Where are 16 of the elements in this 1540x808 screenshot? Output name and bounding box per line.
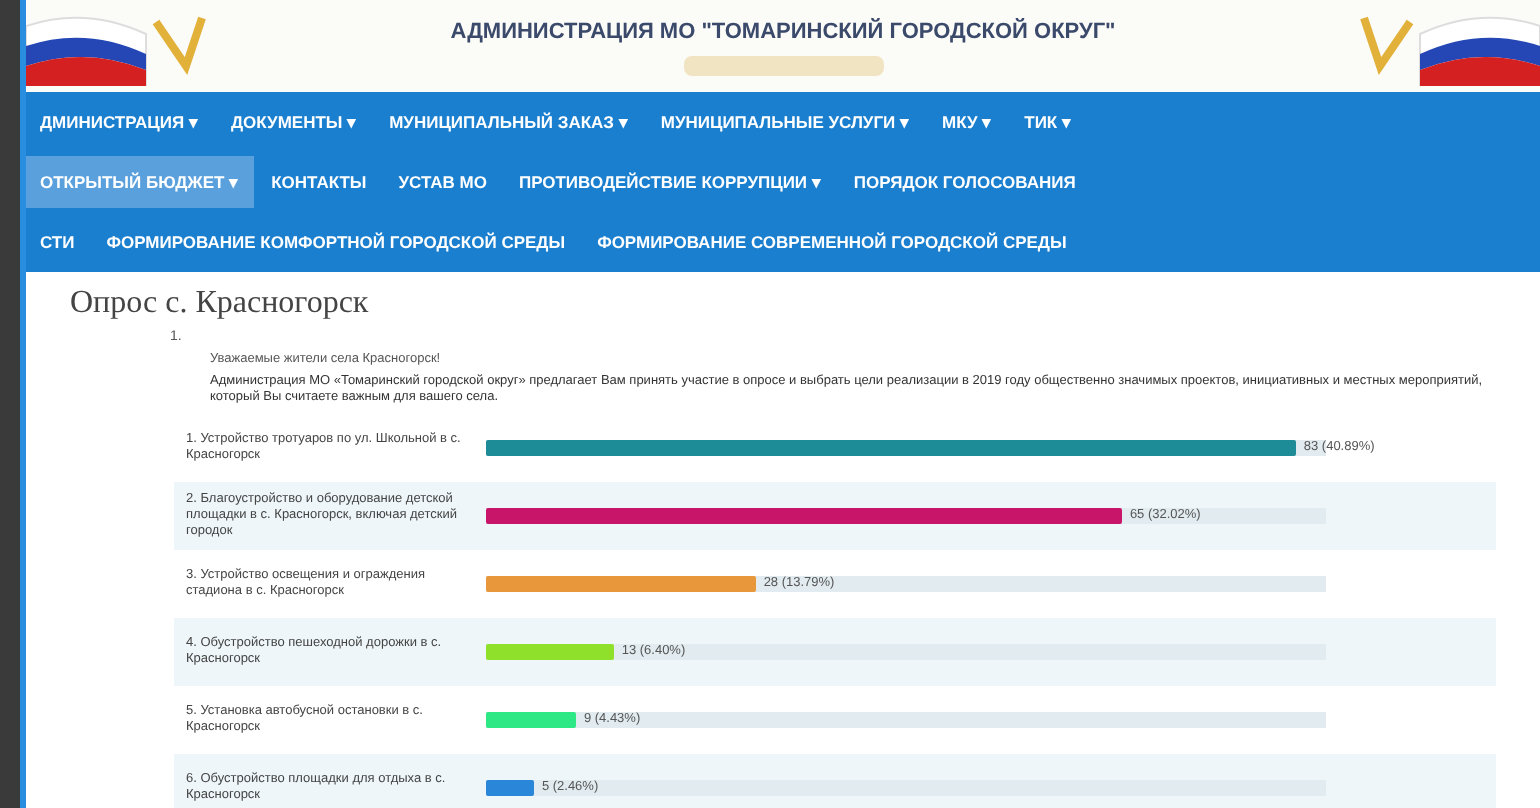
nav-item[interactable]: ДМИНИСТРАЦИЯ ▾ bbox=[26, 96, 213, 148]
nav-item[interactable]: ФОРМИРОВАНИЕ КОМФОРТНОЙ ГОРОДСКОЙ СРЕДЫ bbox=[92, 216, 580, 268]
nav-item[interactable]: УСТАВ МО bbox=[384, 156, 501, 208]
nav-item[interactable]: ОТКРЫТЫЙ БЮДЖЕТ ▾ bbox=[26, 156, 254, 208]
site-title: АДМИНИСТРАЦИЯ МО "ТОМАРИНСКИЙ ГОРОДСКОЙ ОКРУГ" bbox=[450, 16, 1116, 48]
nav-item[interactable]: МУНИЦИПАЛЬНЫЕ УСЛУГИ ▾ bbox=[646, 96, 924, 148]
nav-item[interactable]: ДОКУМЕНТЫ ▾ bbox=[216, 96, 372, 148]
nav-item[interactable]: ПРОТИВОДЕЙСТВИЕ КОРРУПЦИИ ▾ bbox=[504, 156, 836, 208]
nav-item[interactable]: КОНТАКТЫ bbox=[257, 156, 381, 208]
nav-item[interactable]: МУНИЦИПАЛЬНЫЙ ЗАКАЗ ▾ bbox=[375, 96, 643, 148]
nav-item[interactable]: МКУ ▾ bbox=[927, 96, 1007, 148]
page-heading: Опрос с. Красногорск bbox=[70, 284, 371, 324]
nav-item[interactable]: ФОРМИРОВАНИЕ СОВРЕМЕННОЙ ГОРОДСКОЙ СРЕДЫ bbox=[583, 216, 1081, 268]
nav-item[interactable]: СТИ bbox=[26, 216, 89, 268]
nav-item[interactable]: ТИК ▾ bbox=[1010, 96, 1086, 148]
nav-item[interactable]: ПОРЯДОК ГОЛОСОВАНИЯ bbox=[839, 156, 1090, 208]
